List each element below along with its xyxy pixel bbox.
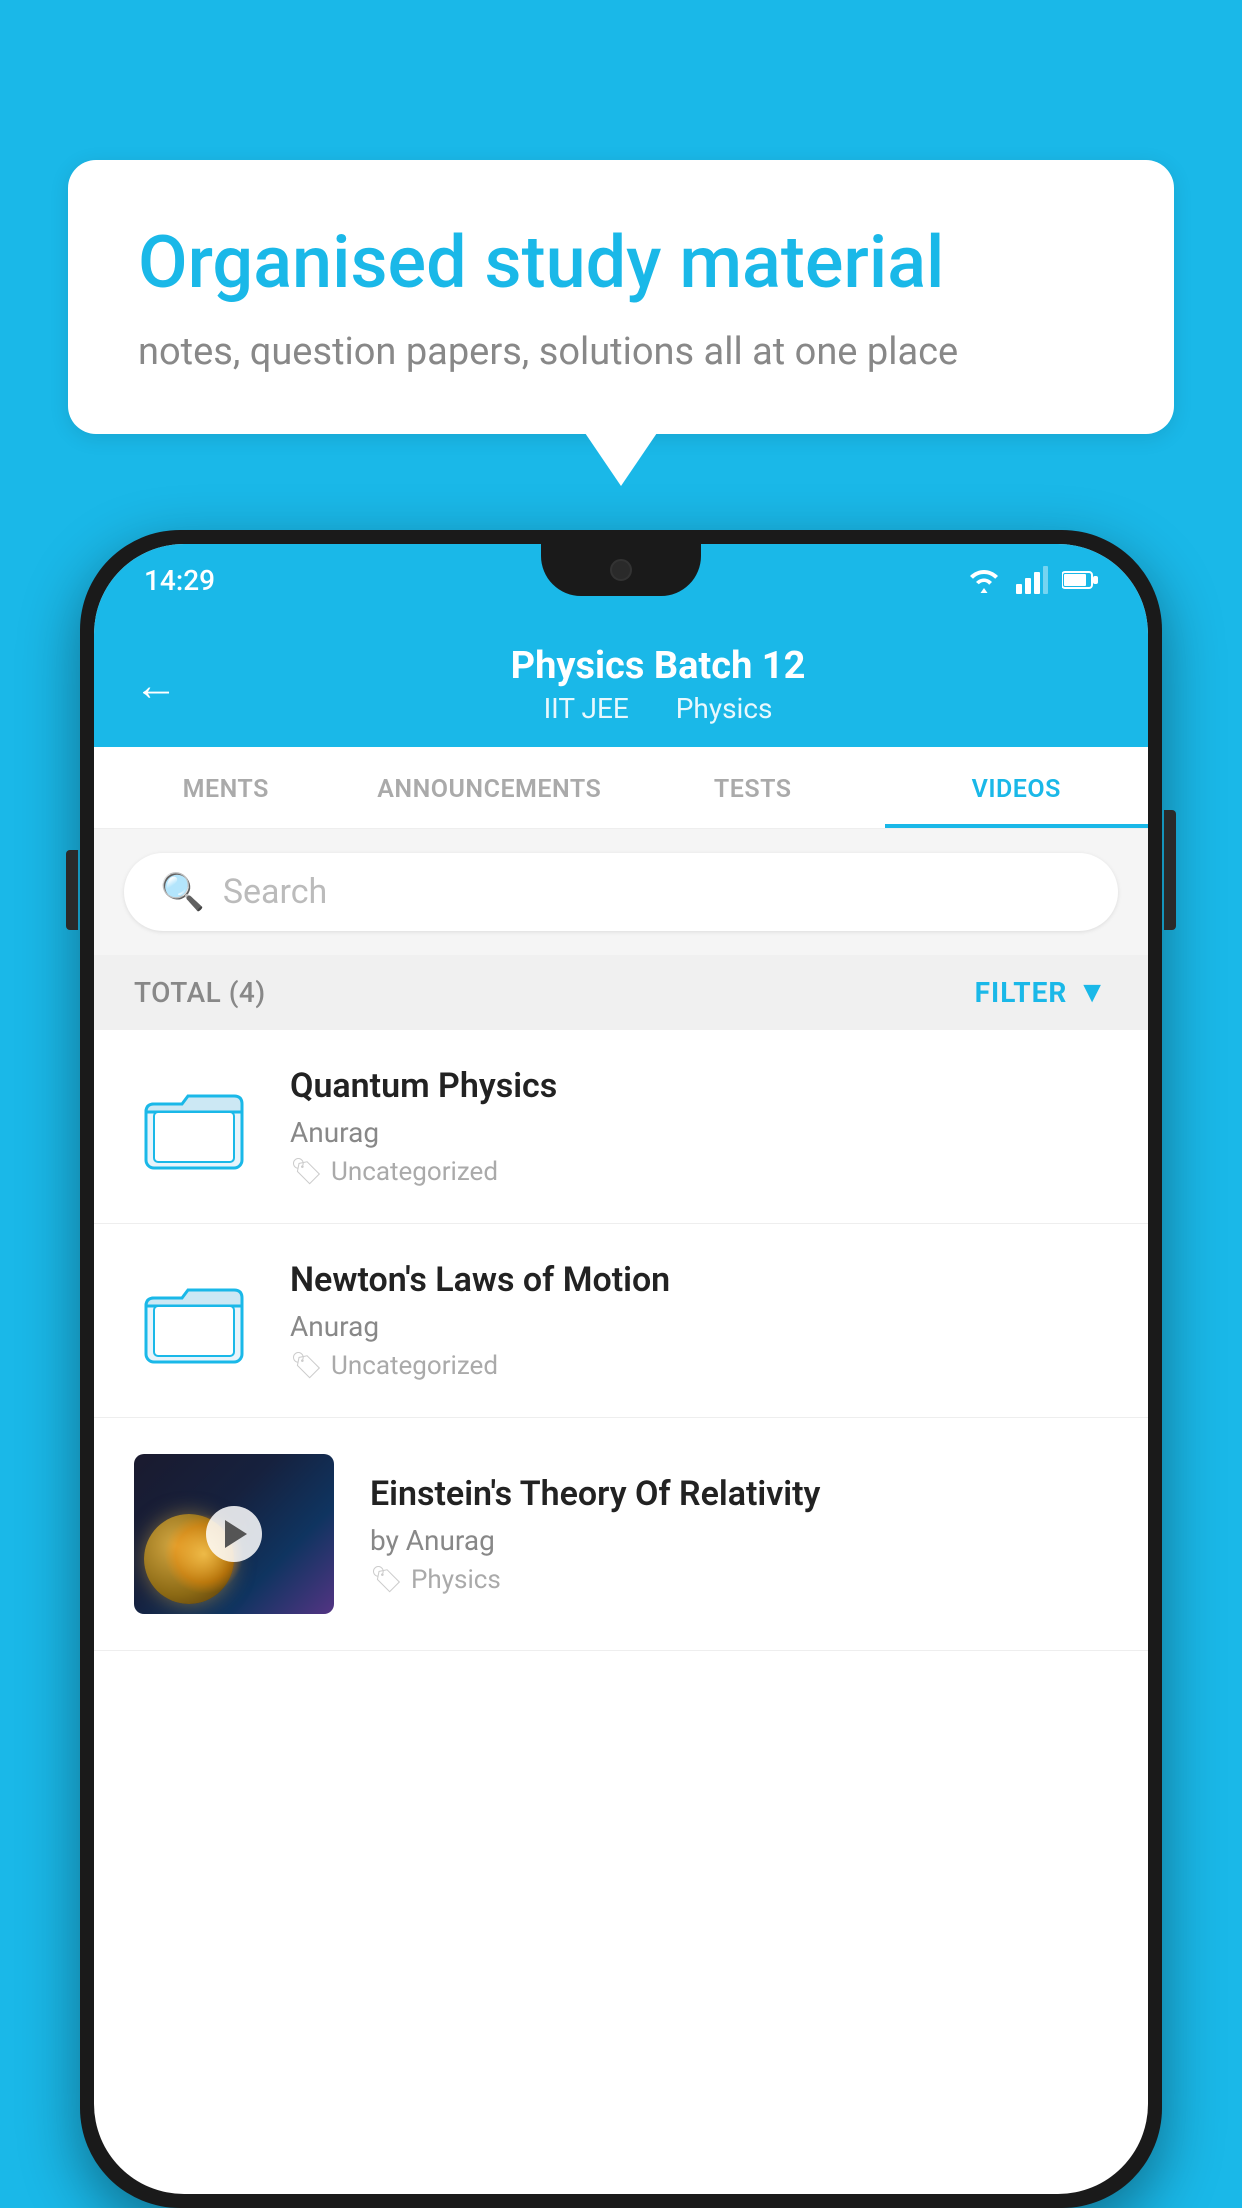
video-tag-2: 🏷 Uncategorized	[290, 1351, 1108, 1381]
tab-announcements[interactable]: ANNOUNCEMENTS	[358, 747, 622, 828]
search-container: 🔍 Search	[94, 829, 1148, 955]
header-tag-physics: Physics	[676, 692, 773, 725]
tag-icon-2: 🏷	[290, 1351, 323, 1381]
play-triangle-icon	[225, 1520, 247, 1548]
signal-icon	[1016, 566, 1048, 594]
filter-bar: TOTAL (4) FILTER ▼	[94, 955, 1148, 1030]
video-tag-1: 🏷 Uncategorized	[290, 1157, 1108, 1187]
video-info-2: Newton's Laws of Motion Anurag 🏷 Uncateg…	[290, 1260, 1108, 1381]
video-title-1: Quantum Physics	[290, 1066, 1108, 1106]
list-item[interactable]: Einstein's Theory Of Relativity by Anura…	[94, 1418, 1148, 1651]
video-list: Quantum Physics Anurag 🏷 Uncategorized	[94, 1030, 1148, 1651]
tag-label-1: Uncategorized	[331, 1157, 498, 1187]
video-author-1: Anurag	[290, 1116, 1108, 1149]
video-info-1: Quantum Physics Anurag 🏷 Uncategorized	[290, 1066, 1108, 1187]
video-author-2: Anurag	[290, 1310, 1108, 1343]
status-icons	[966, 566, 1098, 594]
filter-label: FILTER	[975, 976, 1068, 1009]
filter-button[interactable]: FILTER ▼	[975, 975, 1108, 1010]
camera-dot	[610, 559, 632, 581]
tag-icon-1: 🏷	[290, 1157, 323, 1187]
phone-screen: 14:29	[94, 544, 1148, 2194]
video-thumbnail-3	[134, 1454, 334, 1614]
bubble-subtitle: notes, question papers, solutions all at…	[138, 330, 1104, 374]
search-placeholder: Search	[223, 872, 327, 912]
video-title-2: Newton's Laws of Motion	[290, 1260, 1108, 1300]
tab-tests[interactable]: TESTS	[621, 747, 885, 828]
play-button[interactable]	[206, 1506, 262, 1562]
tab-videos[interactable]: VIDEOS	[885, 747, 1149, 828]
search-icon: 🔍	[160, 871, 205, 913]
header-main-title: Physics Batch 12	[208, 644, 1108, 688]
header-tag-iitjee: IIT JEE	[544, 692, 629, 725]
total-count-label: TOTAL (4)	[134, 976, 266, 1009]
notch	[541, 544, 701, 596]
folder-thumb-2	[134, 1261, 254, 1381]
tag-label-2: Uncategorized	[331, 1351, 498, 1381]
speech-bubble: Organised study material notes, question…	[68, 160, 1174, 434]
status-time: 14:29	[144, 564, 215, 597]
status-bar: 14:29	[94, 544, 1148, 616]
tab-ments[interactable]: MENTS	[94, 747, 358, 828]
list-item[interactable]: Newton's Laws of Motion Anurag 🏷 Uncateg…	[94, 1224, 1148, 1418]
video-info-3: Einstein's Theory Of Relativity by Anura…	[370, 1474, 1108, 1595]
back-button[interactable]: ←	[134, 663, 178, 707]
video-title-3: Einstein's Theory Of Relativity	[370, 1474, 1108, 1514]
header-title-block: Physics Batch 12 IIT JEE Physics	[208, 644, 1108, 725]
wifi-icon	[966, 566, 1002, 594]
bubble-title: Organised study material	[138, 220, 1104, 306]
speech-bubble-container: Organised study material notes, question…	[68, 160, 1174, 434]
search-bar[interactable]: 🔍 Search	[124, 853, 1118, 931]
folder-icon	[144, 1082, 244, 1172]
tag-icon-3: 🏷	[370, 1565, 403, 1595]
phone-container: 14:29	[80, 530, 1162, 2208]
filter-funnel-icon: ▼	[1077, 975, 1108, 1010]
tag-label-3: Physics	[411, 1565, 501, 1595]
app-background: Organised study material notes, question…	[0, 0, 1242, 2208]
video-tag-3: 🏷 Physics	[370, 1565, 1108, 1595]
video-author-3: by Anurag	[370, 1524, 1108, 1557]
tabs-bar: MENTS ANNOUNCEMENTS TESTS VIDEOS	[94, 747, 1148, 829]
phone-outer: 14:29	[80, 530, 1162, 2208]
header-subtitle: IIT JEE Physics	[208, 692, 1108, 725]
list-item[interactable]: Quantum Physics Anurag 🏷 Uncategorized	[94, 1030, 1148, 1224]
app-header: ← Physics Batch 12 IIT JEE Physics	[94, 616, 1148, 747]
folder-thumb-1	[134, 1067, 254, 1187]
battery-icon	[1062, 570, 1098, 590]
folder-icon	[144, 1276, 244, 1366]
